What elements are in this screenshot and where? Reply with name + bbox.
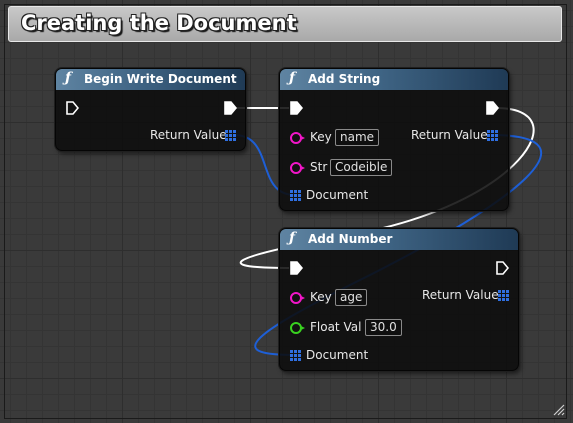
struct-pin-icon[interactable] <box>487 130 498 141</box>
exec-out-pin-icon[interactable] <box>495 261 509 275</box>
node-header: ƒ Add String <box>280 69 508 90</box>
exec-in-pin-icon[interactable] <box>65 101 79 115</box>
document-label: Document <box>306 188 369 202</box>
exec-out-pin-icon[interactable] <box>485 101 499 115</box>
node-begin-write-document[interactable]: ƒ Begin Write Document Return Value <box>55 68 246 151</box>
float-val-label: Float Val <box>310 320 362 334</box>
key-input[interactable]: age <box>335 289 368 306</box>
key-input[interactable]: name <box>335 129 380 146</box>
string-pin-icon[interactable] <box>290 162 305 174</box>
comment-header[interactable]: Creating the Document <box>8 6 562 42</box>
float-pin-icon[interactable] <box>290 322 305 334</box>
string-pin-icon[interactable] <box>290 132 305 144</box>
struct-pin-icon[interactable] <box>225 130 236 141</box>
key-label: Key <box>310 130 332 144</box>
node-title: Add String <box>308 72 381 86</box>
resize-grip-icon[interactable] <box>553 404 565 416</box>
node-add-number[interactable]: ƒ Add Number Key age Return Value Float … <box>279 228 519 371</box>
return-value-label: Return Value <box>422 288 499 302</box>
function-icon: ƒ <box>289 230 296 246</box>
return-value-label: Return Value <box>411 128 488 142</box>
exec-in-pin-icon[interactable] <box>289 101 303 115</box>
node-title: Add Number <box>308 232 393 246</box>
struct-pin-icon[interactable] <box>290 350 301 361</box>
node-header: ƒ Begin Write Document <box>56 69 245 90</box>
str-label: Str <box>310 160 328 174</box>
node-header: ƒ Add Number <box>280 229 518 250</box>
key-label: Key <box>310 290 332 304</box>
struct-pin-icon[interactable] <box>498 290 509 301</box>
exec-out-pin-icon[interactable] <box>223 101 237 115</box>
struct-pin-icon[interactable] <box>290 190 301 201</box>
function-icon: ƒ <box>65 70 72 86</box>
return-value-label: Return Value <box>150 128 227 142</box>
exec-in-pin-icon[interactable] <box>289 261 303 275</box>
comment-title: Creating the Document <box>21 11 297 35</box>
node-title: Begin Write Document <box>84 72 237 86</box>
node-add-string[interactable]: ƒ Add String Key name Return Value Str C… <box>279 68 509 211</box>
float-val-input[interactable]: 30.0 <box>365 319 402 336</box>
document-label: Document <box>306 348 369 362</box>
str-input[interactable]: Codeible <box>330 159 393 176</box>
function-icon: ƒ <box>289 70 296 86</box>
string-pin-icon[interactable] <box>290 292 305 304</box>
